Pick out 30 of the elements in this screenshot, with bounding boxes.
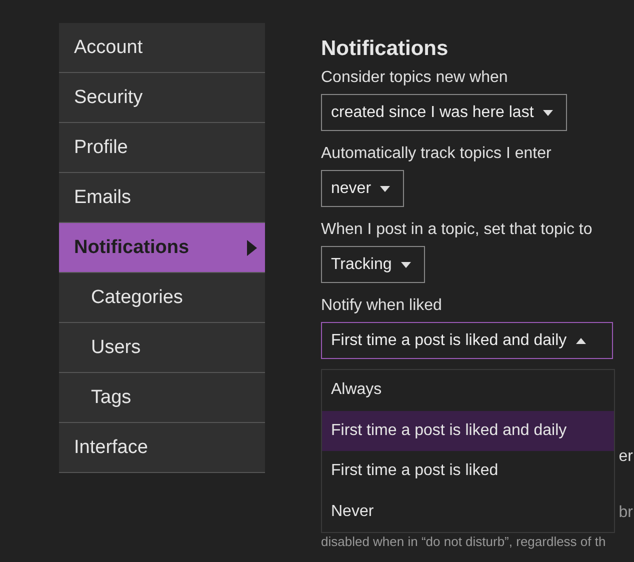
field-label: Consider topics new when <box>321 69 509 87</box>
caret-icon <box>400 262 411 268</box>
sidebar-item[interactable]: Notifications <box>59 223 265 273</box>
dropdown-option[interactable]: Never <box>322 492 614 532</box>
sidebar-item[interactable]: Profile <box>59 123 265 173</box>
field-label: When I post in a topic, set that topic to <box>321 221 594 239</box>
sidebar-item[interactable]: Security <box>59 73 265 123</box>
sidebar-subitem[interactable]: Users <box>59 323 265 373</box>
description-text: disabled when in “do not disturb”, regardless of th <box>321 534 606 549</box>
dropdown[interactable]: created since I was here last <box>321 94 567 131</box>
caret-icon <box>380 186 390 192</box>
partial-text: br <box>618 504 633 522</box>
sidebar-item[interactable]: Account <box>59 23 265 73</box>
section-title: Notifications <box>321 37 450 61</box>
partial-text: er <box>618 448 633 466</box>
field-label: Automatically track topics I enter <box>321 145 552 163</box>
field-label: Notify when liked <box>321 297 443 315</box>
dropdown[interactable]: Tracking <box>321 246 425 283</box>
dropdown[interactable]: First time a post is liked and daily <box>321 322 613 359</box>
sidebar-item[interactable]: Interface <box>59 423 265 473</box>
dropdown-option[interactable]: First time a post is liked and daily <box>322 410 614 451</box>
caret-icon <box>542 110 553 116</box>
dropdown-option[interactable]: Always <box>322 370 614 410</box>
sidebar-item[interactable]: Emails <box>59 173 265 223</box>
caret-icon <box>576 338 586 344</box>
sidebar-subitem[interactable]: Tags <box>59 373 265 423</box>
dropdown-option[interactable]: First time a post is liked <box>322 451 614 492</box>
dropdown[interactable]: never <box>321 170 404 207</box>
sidebar-subitem[interactable]: Categories <box>59 273 265 323</box>
arrow-icon <box>247 240 257 256</box>
